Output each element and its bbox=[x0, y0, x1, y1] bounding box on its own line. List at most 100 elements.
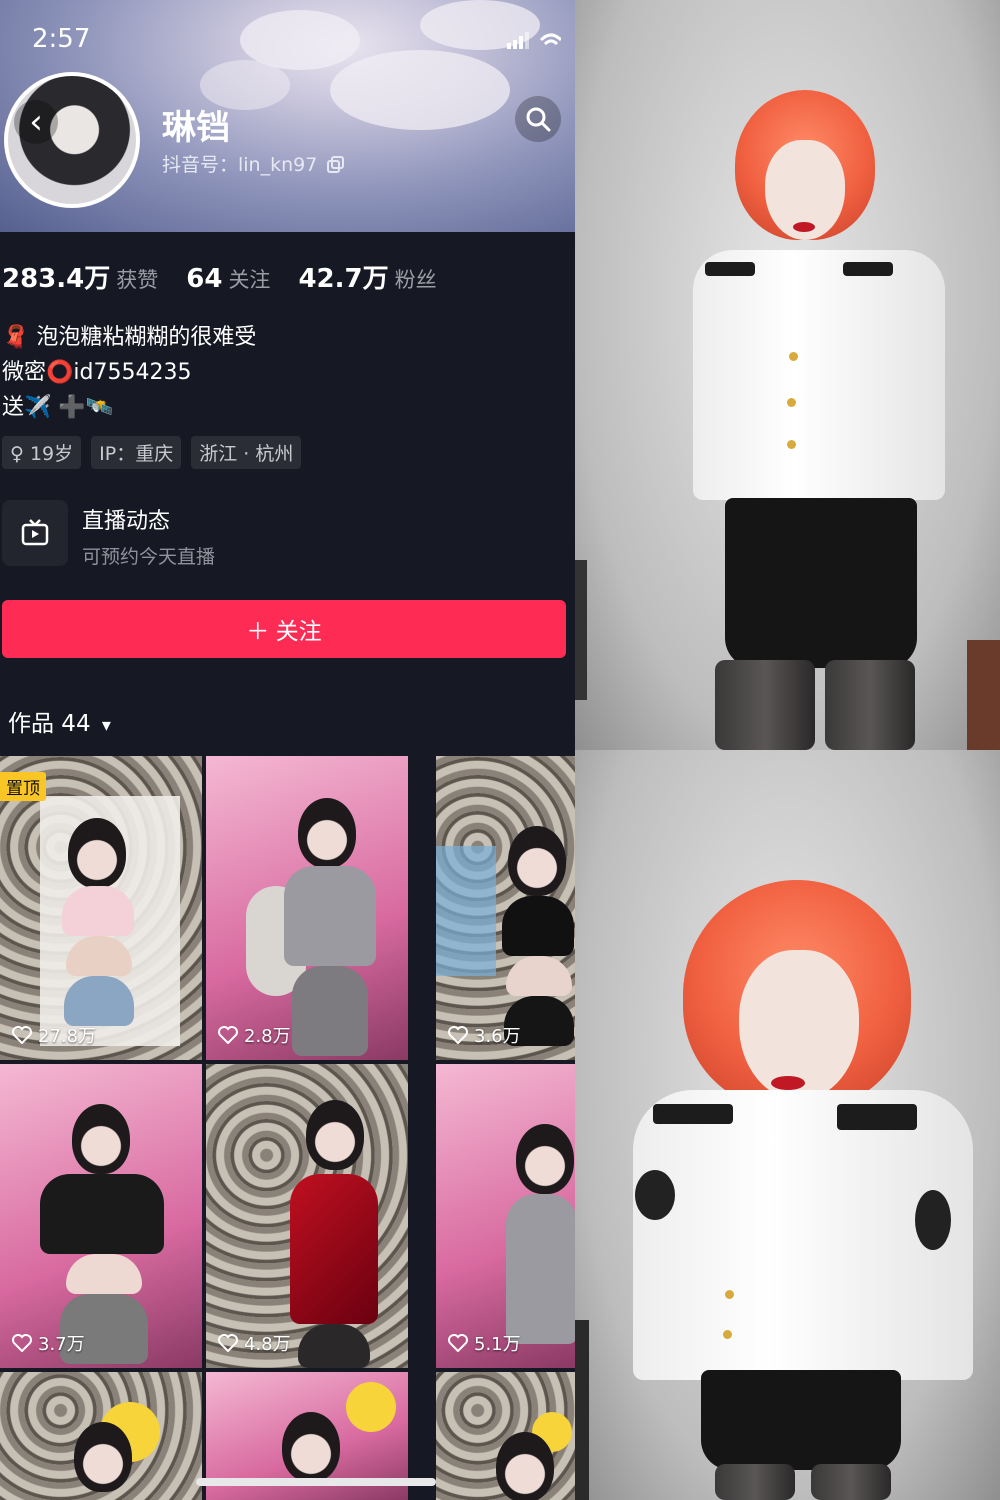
douyin-id[interactable]: 抖音号：lin_kn97 bbox=[162, 150, 345, 177]
video-likes: 4.8万 bbox=[218, 1330, 291, 1356]
person-head bbox=[496, 1432, 554, 1500]
sleeve-patch bbox=[915, 1190, 951, 1250]
tab-works[interactable]: 作品 44 ▾ bbox=[8, 704, 111, 738]
stat-followers[interactable]: 42.7万 粉丝 bbox=[298, 258, 436, 295]
video-likes: 3.6万 bbox=[448, 1022, 521, 1048]
heart-icon bbox=[218, 1334, 238, 1352]
video-tile[interactable]: 2.8万 bbox=[206, 756, 408, 1060]
search-button[interactable] bbox=[515, 96, 561, 142]
likes-count: 5.1万 bbox=[474, 1334, 521, 1355]
person-dress bbox=[506, 1194, 575, 1344]
black-skirt bbox=[701, 1370, 901, 1470]
bio-line: 送✈️ ➕🛰️ bbox=[2, 395, 114, 420]
white-uniform-shirt bbox=[693, 250, 945, 500]
pinned-badge: 置顶 bbox=[0, 772, 46, 801]
video-tile[interactable] bbox=[436, 1372, 575, 1500]
person-legs bbox=[715, 660, 815, 750]
wifi-icon bbox=[539, 33, 561, 42]
stat-label: 获赞 bbox=[116, 268, 159, 292]
video-tile[interactable]: 3.7万 bbox=[0, 1064, 202, 1368]
live-subtitle: 可预约今天直播 bbox=[82, 546, 216, 568]
blue-light bbox=[436, 846, 496, 976]
person-legs bbox=[811, 1464, 891, 1500]
video-tile[interactable]: 5.1万 bbox=[436, 1064, 575, 1368]
heart-icon bbox=[218, 1026, 238, 1044]
person-shorts bbox=[64, 976, 134, 1026]
epaulet bbox=[705, 262, 755, 276]
person-head bbox=[74, 1422, 132, 1492]
works-label: 作品 44 bbox=[8, 711, 91, 737]
signal-icon bbox=[507, 32, 561, 49]
wall-poster bbox=[967, 640, 1000, 750]
person-pants bbox=[292, 966, 368, 1056]
chevron-down-icon: ▾ bbox=[101, 715, 111, 736]
home-indicator[interactable] bbox=[196, 1478, 436, 1486]
video-tile[interactable]: 3.6万 bbox=[436, 756, 575, 1060]
likes-count: 27.8万 bbox=[38, 1026, 97, 1047]
live-entry-button[interactable] bbox=[2, 500, 68, 566]
stat-label: 粉丝 bbox=[394, 268, 437, 292]
back-icon: ‹ bbox=[29, 102, 43, 142]
likes-count: 3.6万 bbox=[474, 1026, 521, 1047]
stats-row: 283.4万 获赞 64 关注 42.7万 粉丝 bbox=[2, 258, 437, 295]
person-top bbox=[502, 896, 574, 956]
likes-count: 3.7万 bbox=[38, 1334, 85, 1355]
epaulet bbox=[653, 1104, 733, 1124]
person-head bbox=[282, 1412, 340, 1482]
follow-button[interactable]: ＋ 关注 bbox=[2, 600, 566, 658]
video-likes: 2.8万 bbox=[218, 1022, 291, 1048]
stat-following[interactable]: 64 关注 bbox=[186, 264, 270, 294]
video-tile[interactable]: 置顶 27.8万 bbox=[0, 756, 202, 1060]
bio-line: 🧣 泡泡糖粘糊糊的很难受 bbox=[2, 325, 257, 350]
video-tile[interactable] bbox=[0, 1372, 202, 1500]
stat-value: 64 bbox=[186, 264, 223, 294]
person-head bbox=[508, 826, 566, 896]
photo-top bbox=[575, 0, 1000, 750]
person-head bbox=[298, 798, 356, 868]
copy-icon[interactable] bbox=[327, 156, 345, 174]
stat-value: 283.4万 bbox=[2, 264, 111, 294]
stat-likes[interactable]: 283.4万 获赞 bbox=[2, 258, 158, 295]
shirt-button bbox=[725, 1290, 734, 1299]
door-edge bbox=[575, 1320, 589, 1500]
photo-bottom bbox=[575, 750, 1000, 1500]
bio: 🧣 泡泡糖粘糊糊的很难受 微密⭕id7554235 送✈️ ➕🛰️ bbox=[2, 320, 256, 425]
person-legs bbox=[825, 660, 915, 750]
tag-ip: IP：重庆 bbox=[91, 436, 182, 469]
epaulet bbox=[843, 262, 893, 276]
person-sweater bbox=[284, 866, 376, 966]
sleeve-patch bbox=[635, 1170, 675, 1220]
status-time: 2:57 bbox=[32, 24, 91, 54]
heart-icon bbox=[448, 1026, 468, 1044]
person-legs bbox=[715, 1464, 795, 1500]
tag-location: 浙江 · 杭州 bbox=[191, 436, 302, 469]
person-head bbox=[516, 1124, 574, 1194]
profile-name: 琳铛 bbox=[162, 108, 230, 148]
person-top bbox=[62, 886, 134, 936]
heart-icon bbox=[448, 1334, 468, 1352]
person-top bbox=[40, 1174, 164, 1254]
video-tile[interactable]: 4.8万 bbox=[206, 1064, 408, 1368]
douyin-id-text: 抖音号：lin_kn97 bbox=[162, 154, 318, 176]
video-likes: 27.8万 bbox=[12, 1022, 96, 1048]
epaulet bbox=[837, 1104, 917, 1130]
person-lips bbox=[793, 222, 815, 232]
stat-label: 关注 bbox=[228, 268, 271, 292]
profile-tags: ♀ 19岁 IP：重庆 浙江 · 杭州 bbox=[2, 436, 302, 469]
person-head bbox=[68, 818, 126, 888]
video-likes: 3.7万 bbox=[12, 1330, 85, 1356]
person-legs bbox=[298, 1324, 370, 1368]
likes-count: 4.8万 bbox=[244, 1334, 291, 1355]
heart-icon bbox=[12, 1334, 32, 1352]
person-waist bbox=[66, 1254, 142, 1294]
back-button[interactable]: ‹ bbox=[14, 100, 58, 144]
pikachu-plush bbox=[346, 1382, 396, 1432]
live-title[interactable]: 直播动态 bbox=[82, 503, 170, 535]
black-skirt bbox=[725, 498, 917, 668]
person-dress bbox=[290, 1174, 378, 1324]
person-lips bbox=[771, 1076, 805, 1090]
tv-icon bbox=[21, 519, 49, 546]
profile-screen: 2:57 ‹ 琳铛 抖音号：lin_kn97 283.4万 获赞 64 关注 42.… bbox=[0, 0, 575, 1500]
door-edge bbox=[575, 560, 587, 700]
shirt-button bbox=[789, 352, 798, 361]
